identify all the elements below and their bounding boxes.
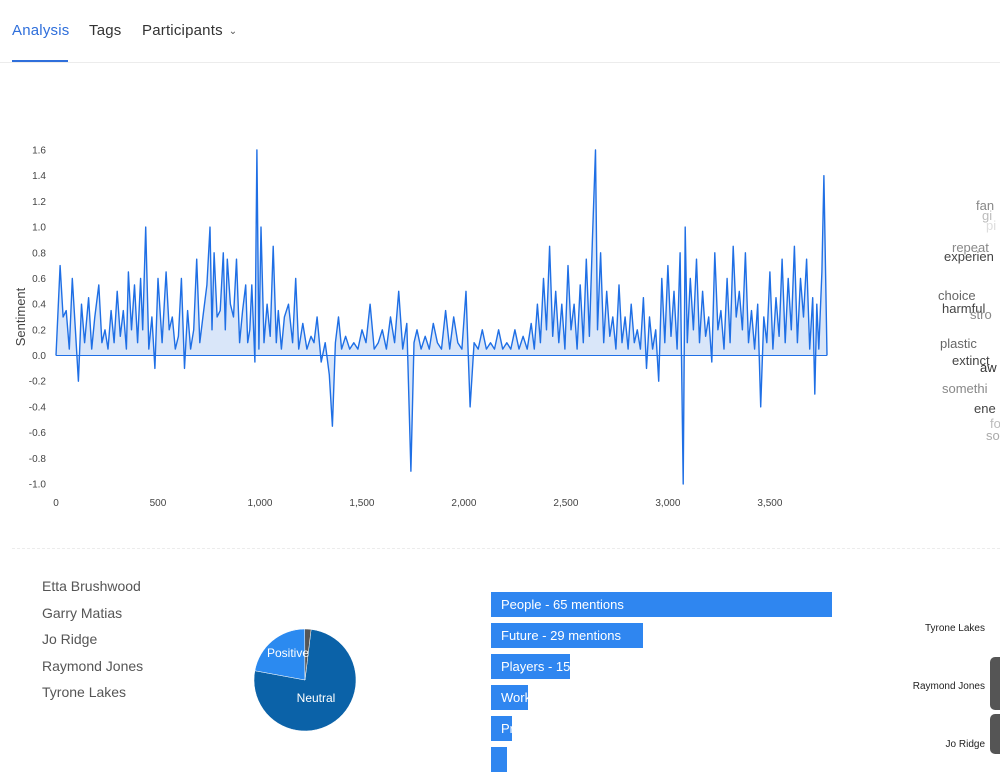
tag-bar[interactable]: Future - 29 mentions <box>491 623 644 648</box>
sentiment-pie-chart: Neutral Positive <box>253 628 357 732</box>
word-cloud-term[interactable]: somethi <box>942 381 988 396</box>
y-tick-label: -0.4 <box>29 402 47 413</box>
section-divider <box>12 548 1000 549</box>
y-tick-label: 1.2 <box>32 197 46 208</box>
participant-list: Etta Brushwood Garry Matias Jo Ridge Raymon… <box>42 578 143 711</box>
tab-tags[interactable]: Tags <box>89 22 122 39</box>
sentiment-line[interactable] <box>55 149 828 485</box>
participant-name[interactable]: Etta Brushwood <box>42 578 143 605</box>
tab-participants[interactable]: Participants ⌄ <box>142 22 237 39</box>
y-tick-label: -1.0 <box>29 480 47 491</box>
x-tick-label: 2,500 <box>553 498 578 509</box>
tag-bar[interactable] <box>491 747 507 772</box>
active-tab-indicator <box>12 60 68 62</box>
top-nav: Analysis Tags Participants ⌄ <box>0 0 1000 63</box>
participant-name[interactable]: Garry Matias <box>42 605 143 632</box>
y-tick-label: 0.8 <box>32 248 46 259</box>
y-tick-label: -0.8 <box>29 454 47 465</box>
x-tick-label: 3,000 <box>655 498 680 509</box>
x-tick-label: 500 <box>150 498 167 509</box>
word-cloud-term[interactable]: pi <box>986 218 996 233</box>
x-tick-label: 0 <box>53 498 59 509</box>
participant-name[interactable]: Raymond Jones <box>42 658 143 685</box>
tag-bar[interactable]: Players - 15 mentions <box>491 654 570 679</box>
pie-slice-label: Positive <box>267 646 309 660</box>
tab-participants-label: Participants <box>142 22 223 39</box>
participant-name[interactable]: Tyrone Lakes <box>42 684 143 711</box>
word-cloud: fan gi pi repeat experien choice harmful stro pl… <box>930 190 1000 450</box>
y-tick-label: 1.4 <box>32 171 46 182</box>
tab-analysis[interactable]: Analysis <box>12 22 69 39</box>
y-tick-label: 0.0 <box>32 351 46 362</box>
x-tick-label: 2,000 <box>451 498 476 509</box>
x-tick-label: 1,000 <box>247 498 272 509</box>
participant-bar <box>990 657 1000 710</box>
y-tick-label: 0.6 <box>32 274 46 285</box>
x-tick-label: 1,500 <box>349 498 374 509</box>
word-cloud-term[interactable]: aw <box>980 360 997 375</box>
word-cloud-term[interactable]: plastic <box>940 336 977 351</box>
y-tick-label: -0.6 <box>29 428 47 439</box>
y-tick-label: 1.0 <box>32 223 46 234</box>
word-cloud-term[interactable]: ene <box>974 401 996 416</box>
word-cloud-term[interactable]: stro <box>970 307 992 322</box>
pie-slice-label: Neutral <box>297 691 336 705</box>
participant-axis-label: Tyrone Lakes <box>924 623 985 634</box>
tag-bar[interactable]: Work <box>491 685 528 710</box>
tag-bar[interactable]: Pr <box>491 716 512 741</box>
y-tick-label: 0.4 <box>32 300 46 311</box>
x-tick-label: 3,500 <box>757 498 782 509</box>
y-tick-label: -0.2 <box>29 377 47 388</box>
participant-bar <box>990 714 1000 754</box>
y-axis-label: Sentiment <box>13 287 28 346</box>
chevron-down-icon: ⌄ <box>228 26 238 37</box>
participant-name[interactable]: Jo Ridge <box>42 631 143 658</box>
word-cloud-term[interactable]: experien <box>944 249 994 264</box>
y-tick-label: 0.2 <box>32 325 46 336</box>
word-cloud-term[interactable]: so <box>986 428 1000 443</box>
y-tick-label: 1.6 <box>32 146 46 157</box>
participant-axis-label: Jo Ridge <box>945 739 985 750</box>
participant-axis-label: Raymond Jones <box>912 681 985 692</box>
sentiment-chart: -1.0 -0.8 -0.6 -0.4 -0.2 0.0 0.2 0.4 0.6 0.8 1.0 1.… <box>13 146 828 509</box>
tag-bar[interactable]: People - 65 mentions <box>491 592 832 617</box>
